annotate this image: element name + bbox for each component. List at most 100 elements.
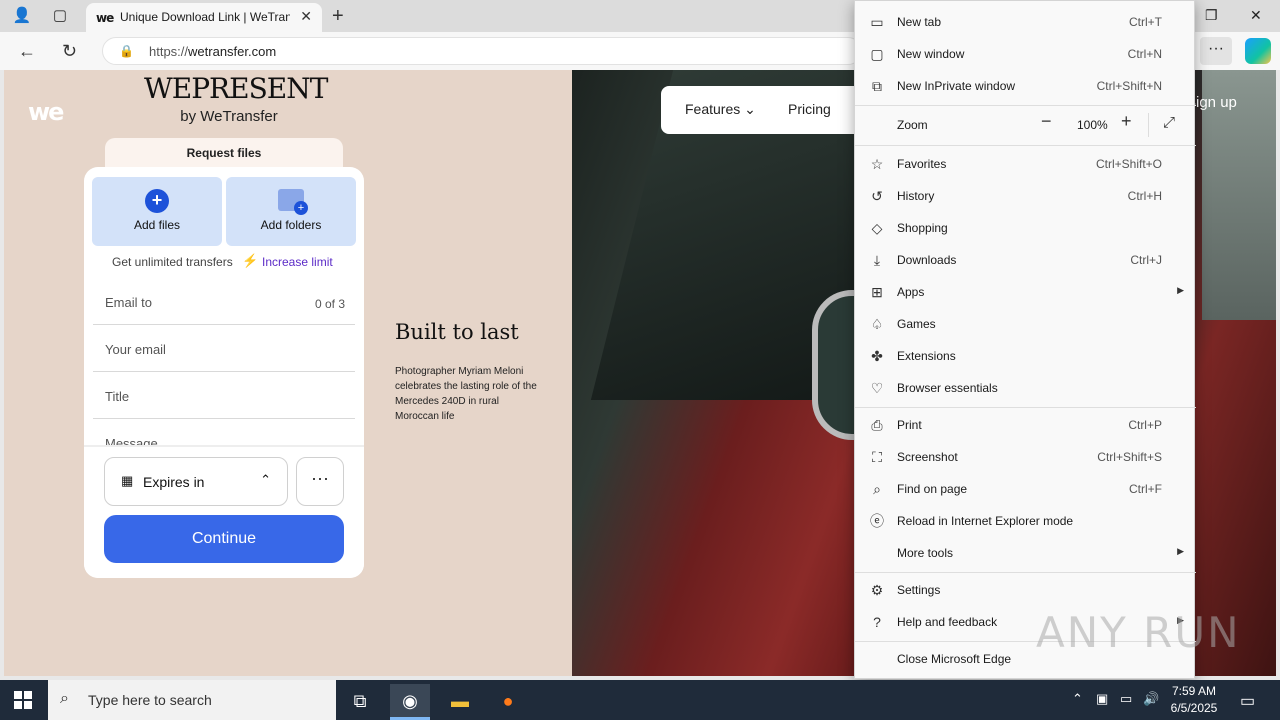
clock-time: 7:59 AM <box>1171 684 1217 698</box>
your-email-placeholder: Your email <box>105 342 166 357</box>
window-close-icon[interactable]: ✕ <box>1250 7 1262 24</box>
menu-new-inprivate-window[interactable]: ⧉ New InPrivate window Ctrl+Shift+N <box>855 70 1196 102</box>
find-icon: ⌕ <box>873 481 881 497</box>
menu-separator <box>855 145 1196 146</box>
device-icon[interactable]: ▣ <box>1096 691 1108 707</box>
file-explorer-icon[interactable]: ▬ <box>440 684 480 720</box>
calendar-icon: ▦ <box>121 473 134 488</box>
url-text: https://wetransfer.com <box>149 44 277 59</box>
menu-zoom: Zoom − 100% + ⤢ <box>855 109 1196 141</box>
taskbar-search[interactable]: ⌕ Type here to search <box>48 680 336 720</box>
your-email-field[interactable]: Your email <box>93 325 355 372</box>
download-icon: ⤓ <box>873 252 881 268</box>
back-icon[interactable]: ← <box>18 41 36 62</box>
we-logo[interactable]: we <box>28 98 64 126</box>
browser-settings-menu: ▭ New tab Ctrl+T ▢ New window Ctrl+N ⧉ New In… <box>854 0 1196 679</box>
fullscreen-icon[interactable]: ⤢ <box>1163 114 1175 131</box>
copilot-icon[interactable] <box>1245 38 1271 64</box>
add-folders-button[interactable]: Add folders <box>226 177 356 246</box>
menu-games[interactable]: ♤ Games <box>855 308 1196 340</box>
menu-new-tab[interactable]: ▭ New tab Ctrl+T <box>855 6 1196 38</box>
chevron-up-icon: ⌃ <box>260 472 271 487</box>
tab-actions-icon[interactable]: ▢ <box>50 6 70 26</box>
add-files-label: Add files <box>133 218 181 232</box>
menu-settings[interactable]: ⚙ Settings <box>855 574 1196 606</box>
menu-print[interactable]: ⎙ Print Ctrl+P <box>855 409 1196 441</box>
zoom-out-button[interactable]: − <box>1041 111 1052 132</box>
menu-shopping[interactable]: ◇ Shopping <box>855 212 1196 244</box>
upload-card: + Add files Add folders Get unlimited tr… <box>84 167 364 578</box>
wepresent-subtitle: by WeTransfer <box>180 108 278 125</box>
games-icon: ♤ <box>870 316 884 332</box>
zoom-in-button[interactable]: + <box>1121 111 1132 132</box>
windows-start-icon[interactable] <box>14 691 32 709</box>
inprivate-icon: ⧉ <box>872 78 882 94</box>
menu-find-on-page[interactable]: ⌕ Find on page Ctrl+F <box>855 473 1196 505</box>
apps-icon: ⊞ <box>871 284 883 300</box>
add-files-button[interactable]: + Add files <box>92 177 222 246</box>
menu-new-window[interactable]: ▢ New window Ctrl+N <box>855 38 1196 70</box>
volume-icon[interactable]: 🔊 <box>1143 691 1159 707</box>
menu-history[interactable]: ↺ History Ctrl+H <box>855 180 1196 212</box>
article-title[interactable]: Built to last <box>395 320 519 344</box>
email-to-field[interactable]: Email to 0 of 3 <box>93 278 355 325</box>
puzzle-icon: ✤ <box>871 348 883 364</box>
menu-more-tools[interactable]: More tools ▶ <box>855 537 1196 569</box>
notifications-icon[interactable]: ▭ <box>1240 691 1255 711</box>
profile-icon[interactable]: 👤 <box>12 6 32 26</box>
restore-icon[interactable]: ❐ <box>1205 7 1218 24</box>
wepresent-brand[interactable]: WEPRESENT <box>144 72 328 105</box>
tag-icon: ◇ <box>871 220 883 236</box>
card-actions: ▦ Expires in ⌃ ··· Continue <box>84 445 364 578</box>
menu-browser-essentials[interactable]: ♡ Browser essentials <box>855 372 1196 404</box>
search-icon: ⌕ <box>60 690 69 707</box>
address-bar[interactable]: 🔒 https://wetransfer.com <box>102 37 862 65</box>
new-tab-icon: ▭ <box>870 14 884 30</box>
more-options-button[interactable]: ··· <box>296 457 344 506</box>
add-folders-label: Add folders <box>260 218 322 232</box>
help-icon: ? <box>873 614 881 630</box>
email-count: 0 of 3 <box>314 297 345 311</box>
chevron-up-icon[interactable]: ⌃ <box>1072 691 1083 707</box>
menu-downloads[interactable]: ⤓ Downloads Ctrl+J <box>855 244 1196 276</box>
zoom-level: 100% <box>1077 118 1108 132</box>
menu-apps[interactable]: ⊞ Apps ▶ <box>855 276 1196 308</box>
submenu-arrow-icon: ▶ <box>1177 285 1184 295</box>
firefox-icon[interactable]: ● <box>488 684 528 720</box>
new-tab-icon[interactable]: + <box>332 5 344 28</box>
expires-in-select[interactable]: ▦ Expires in ⌃ <box>104 457 288 506</box>
tab-close-icon[interactable]: ✕ <box>300 8 312 25</box>
browser-tab[interactable]: we Unique Download Link | WeTrans ✕ <box>86 3 322 32</box>
history-icon: ↺ <box>871 188 883 204</box>
nav-pricing[interactable]: Pricing <box>788 101 831 117</box>
search-placeholder: Type here to search <box>88 692 212 708</box>
continue-button[interactable]: Continue <box>104 515 344 563</box>
ie-icon: ⓔ <box>870 513 884 529</box>
system-clock[interactable]: 7:59 AM 6/5/2025 <box>1166 683 1222 717</box>
menu-screenshot[interactable]: ⛶ Screenshot Ctrl+Shift+S <box>855 441 1196 473</box>
nav-features[interactable]: Features ⌄ <box>685 101 756 118</box>
edge-taskbar-icon[interactable]: ◉ <box>390 684 430 720</box>
menu-favorites[interactable]: ☆ Favorites Ctrl+Shift+O <box>855 148 1196 180</box>
task-view-icon[interactable]: ⧉ <box>340 684 380 720</box>
settings-more-button[interactable]: ··· <box>1200 37 1232 65</box>
expires-in-label: Expires in <box>143 474 205 490</box>
menu-separator <box>855 105 1196 106</box>
gear-icon: ⚙ <box>870 582 884 598</box>
folder-icon <box>278 189 308 215</box>
menu-separator <box>855 407 1196 408</box>
submenu-arrow-icon: ▶ <box>1177 546 1184 556</box>
new-window-icon: ▢ <box>870 46 884 62</box>
network-icon[interactable]: ▭ <box>1120 691 1132 707</box>
clock-date: 6/5/2025 <box>1170 701 1218 715</box>
plus-icon: + <box>145 189 169 213</box>
wetransfer-favicon: we <box>96 11 114 25</box>
reload-icon[interactable]: ↻ <box>62 41 77 62</box>
increase-limit-link[interactable]: Increase limit <box>262 255 333 269</box>
lock-icon[interactable]: 🔒 <box>119 44 134 58</box>
menu-separator <box>855 572 1196 573</box>
menu-reload-ie-mode[interactable]: ⓔ Reload in Internet Explorer mode <box>855 505 1196 537</box>
menu-extensions[interactable]: ✤ Extensions <box>855 340 1196 372</box>
title-field[interactable]: Title <box>93 372 355 419</box>
screenshot-icon: ⛶ <box>872 449 882 465</box>
